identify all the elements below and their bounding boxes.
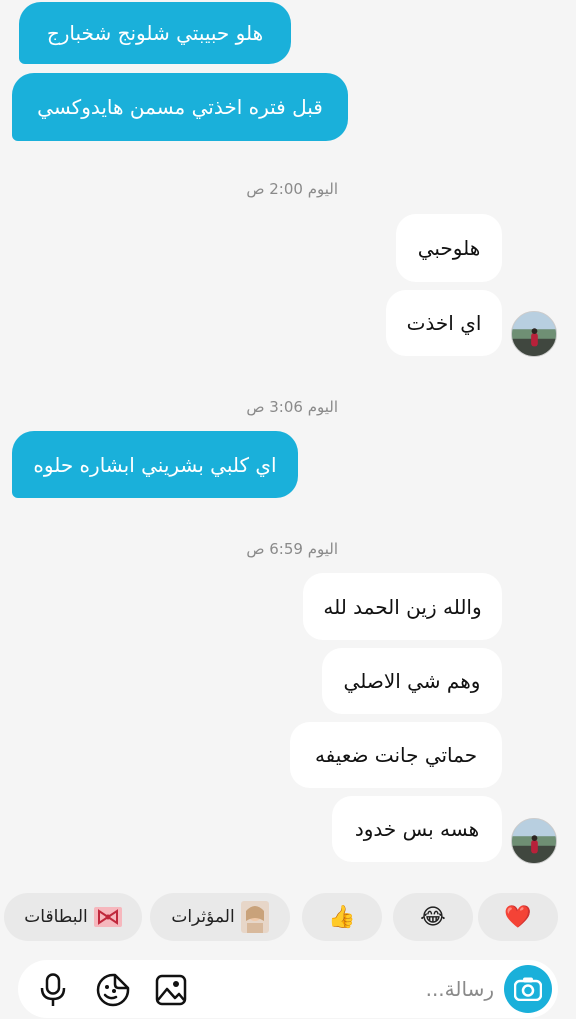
microphone-icon — [40, 973, 66, 1006]
avatar-icon[interactable] — [511, 818, 557, 864]
timestamp: اليوم 2:00 ص — [246, 180, 338, 198]
thumbs-up-reaction-button[interactable]: 👍 — [302, 893, 382, 941]
camera-icon — [514, 977, 542, 1001]
timestamp: اليوم 3:06 ص — [246, 398, 338, 416]
camera-button[interactable] — [504, 965, 552, 1013]
quick-reply-bar: ❤️ 😂 👍 المؤثرات البطاقات — [0, 893, 576, 943]
thumbs-up-icon: 👍 — [328, 904, 356, 930]
gallery-button[interactable] — [154, 973, 188, 1007]
chat-thread: هلو حبيبتي شلونج شخبارج قبل فتره اخذتي م… — [0, 0, 576, 880]
heart-icon: ❤️ — [504, 904, 532, 930]
microphone-button[interactable] — [36, 973, 70, 1007]
laugh-reaction-button[interactable]: 😂 — [393, 893, 473, 941]
effects-button[interactable]: المؤثرات — [150, 893, 290, 941]
message-bubble-incoming[interactable]: قبل فتره اخذتي مسمن هايدوكسي — [12, 73, 348, 141]
message-bubble-outgoing[interactable]: والله زين الحمد لله — [303, 573, 502, 640]
gallery-icon — [155, 974, 187, 1006]
heart-reaction-button[interactable]: ❤️ — [478, 893, 558, 941]
message-bubble-incoming[interactable]: اي كلبي بشريني ابشاره حلوه — [12, 431, 298, 498]
sticker-button[interactable] — [96, 973, 130, 1007]
effects-thumbnail-icon — [240, 901, 269, 933]
message-bubble-outgoing[interactable]: اي اخذت — [386, 290, 502, 356]
message-composer — [18, 960, 558, 1018]
effects-label: المؤثرات — [171, 907, 235, 927]
cards-label: البطاقات — [24, 907, 88, 927]
message-bubble-incoming[interactable]: هلو حبيبتي شلونج شخبارج — [19, 2, 291, 64]
message-bubble-outgoing[interactable]: وهم شي الاصلي — [322, 648, 502, 714]
laugh-icon: 😂 — [420, 904, 446, 930]
timestamp: اليوم 6:59 ص — [246, 540, 338, 558]
cards-button[interactable]: البطاقات — [4, 893, 142, 941]
message-bubble-outgoing[interactable]: حماتي جانت ضعيفه — [290, 722, 502, 788]
message-input[interactable] — [294, 968, 494, 1010]
message-bubble-outgoing[interactable]: هلوحبي — [396, 214, 502, 282]
sticker-icon — [96, 973, 130, 1007]
bow-icon — [93, 907, 122, 927]
avatar-icon[interactable] — [511, 311, 557, 357]
message-bubble-outgoing[interactable]: هسه بس خدود — [332, 796, 502, 862]
